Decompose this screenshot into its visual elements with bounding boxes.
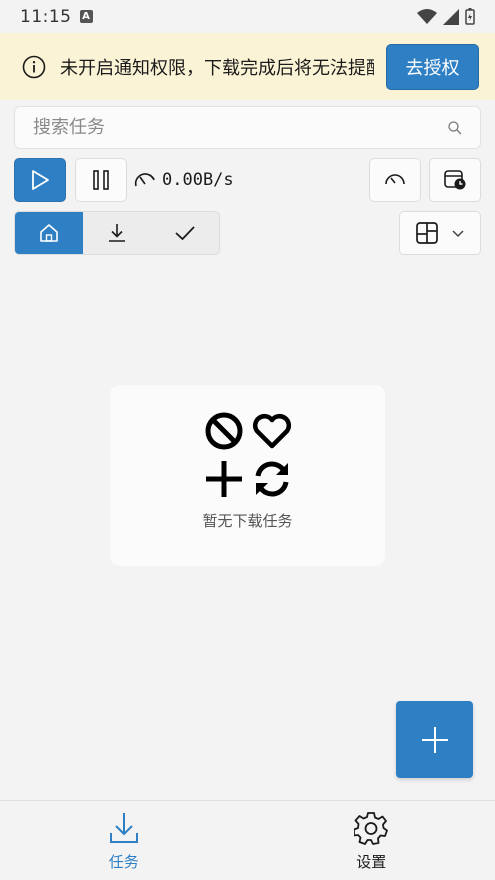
bottom-navigation: 任务 设置 xyxy=(0,800,495,880)
status-icons xyxy=(417,8,475,25)
gear-icon xyxy=(354,812,389,845)
schedule-button[interactable] xyxy=(429,158,481,202)
empty-state-illustration xyxy=(203,410,293,500)
home-icon xyxy=(40,224,58,242)
nav-settings-label: 设置 xyxy=(356,853,387,871)
task-toolbar: 0.00B/s xyxy=(14,158,481,202)
prohibited-icon xyxy=(205,412,242,450)
status-bar: 11:15 A xyxy=(0,0,495,33)
refresh-icon xyxy=(255,461,288,497)
start-all-button[interactable] xyxy=(14,158,66,202)
wifi-icon xyxy=(417,8,437,24)
banner-message: 未开启通知权限，下载完成后将无法提醒 xyxy=(60,57,374,79)
filter-downloading[interactable] xyxy=(83,212,151,254)
nav-tasks[interactable]: 任务 xyxy=(0,801,248,880)
info-icon xyxy=(22,55,46,78)
download-icon xyxy=(109,813,138,843)
filter-completed[interactable] xyxy=(151,212,219,254)
plus-icon xyxy=(205,461,242,497)
authorize-button[interactable]: 去授权 xyxy=(386,43,479,90)
heart-icon xyxy=(252,414,291,449)
status-time: 11:15 xyxy=(20,6,72,27)
filter-all[interactable] xyxy=(15,212,83,254)
add-task-button[interactable] xyxy=(396,701,473,778)
notification-banner: 未开启通知权限，下载完成后将无法提醒 去授权 xyxy=(0,33,495,100)
empty-state-text: 暂无下载任务 xyxy=(202,512,293,530)
search-input[interactable] xyxy=(33,117,448,138)
nav-settings[interactable]: 设置 xyxy=(248,801,495,880)
chevron-down-icon xyxy=(452,230,464,238)
speed-value: 0.00B/s xyxy=(162,170,234,190)
pause-all-button[interactable] xyxy=(75,158,127,202)
play-icon xyxy=(32,170,49,190)
check-icon xyxy=(175,226,195,241)
download-icon xyxy=(109,224,125,242)
layout-toggle-button[interactable] xyxy=(399,211,481,255)
speedometer-icon xyxy=(134,173,155,187)
plus-icon xyxy=(421,726,448,753)
signal-icon xyxy=(443,8,459,25)
speed-indicator: 0.00B/s xyxy=(134,158,234,202)
empty-state-card: 暂无下载任务 xyxy=(110,385,385,566)
search-icon[interactable] xyxy=(448,120,462,135)
search-box xyxy=(14,106,481,149)
task-filter xyxy=(14,211,220,255)
nav-tasks-label: 任务 xyxy=(108,853,139,871)
pause-icon xyxy=(93,170,109,190)
layout-grid-icon xyxy=(416,222,438,244)
gauge-icon xyxy=(385,174,405,185)
notification-badge: A xyxy=(79,10,93,23)
speed-limit-button[interactable] xyxy=(369,158,421,202)
battery-icon xyxy=(465,8,475,25)
calendar-clock-icon xyxy=(444,170,466,190)
